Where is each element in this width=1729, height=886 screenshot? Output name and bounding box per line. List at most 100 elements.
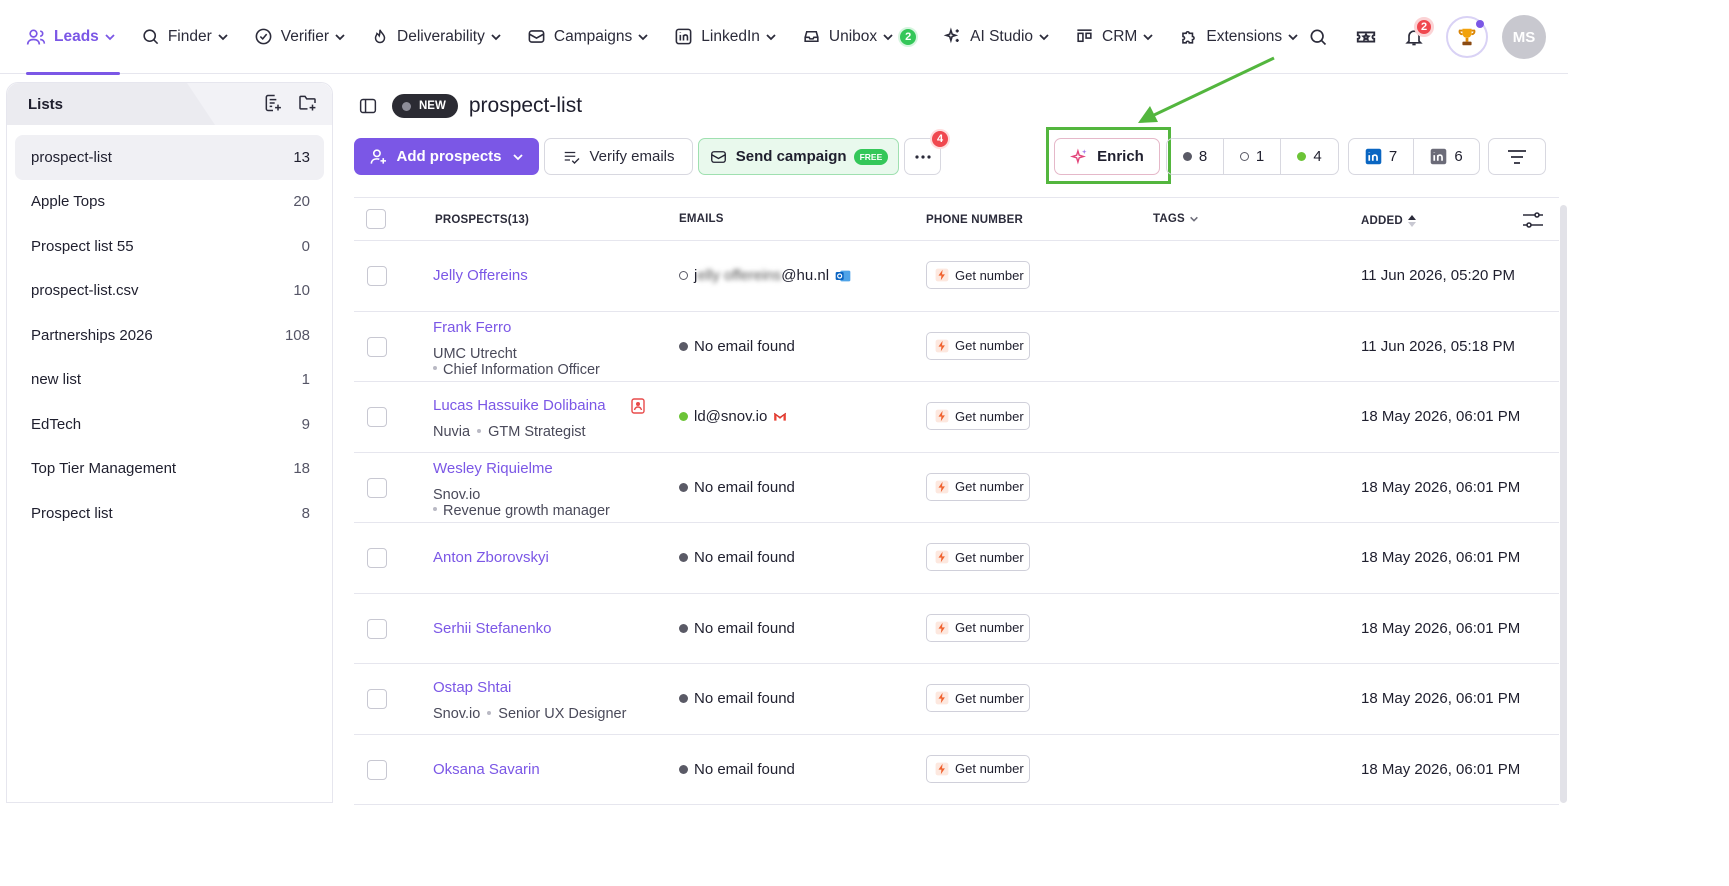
email-status-dot xyxy=(679,623,688,633)
email-status-dot xyxy=(679,482,688,492)
sidebar-list-item[interactable]: Apple Tops 20 xyxy=(15,180,324,225)
send-campaign-button[interactable]: Send campaign FREE xyxy=(698,138,899,175)
nav-deliverability[interactable]: Deliverability xyxy=(371,0,502,74)
sidebar-title[interactable]: Lists xyxy=(28,96,63,113)
nav-verifier-label: Verifier xyxy=(280,27,329,45)
status-filter-empty[interactable]: 1 xyxy=(1224,139,1281,174)
new-folder-button[interactable] xyxy=(297,93,318,113)
nav-extensions[interactable]: Extensions xyxy=(1179,0,1299,74)
prospect-name-link[interactable]: Oksana Savarin xyxy=(433,761,540,778)
row-checkbox[interactable] xyxy=(367,407,387,427)
linkedin-filter-b[interactable]: 6 xyxy=(1414,139,1479,174)
more-actions-button[interactable]: 4 xyxy=(904,129,950,175)
prospect-name-link[interactable]: Serhii Stefanenko xyxy=(433,620,551,637)
prospect-email[interactable]: No email found xyxy=(679,479,795,496)
sidebar-list-item[interactable]: prospect-list 13 xyxy=(15,135,324,180)
sidebar-list-item[interactable]: EdTech 9 xyxy=(15,402,324,447)
sidebar-list-item[interactable]: Partnerships 2026 108 xyxy=(15,313,324,358)
sidebar-list-item[interactable]: Prospect list 55 0 xyxy=(15,224,324,269)
row-checkbox[interactable] xyxy=(367,266,387,286)
row-checkbox[interactable] xyxy=(367,336,387,357)
global-search-button[interactable] xyxy=(1296,15,1340,59)
prospect-email[interactable]: No email found xyxy=(679,690,795,707)
prospect-name-link[interactable]: Jelly Offereins xyxy=(433,267,528,284)
nav-unibox[interactable]: Unibox 2 xyxy=(802,0,919,74)
prospect-email[interactable]: No email found xyxy=(679,761,795,778)
list-count: 9 xyxy=(301,415,310,433)
get-number-button[interactable]: Get number xyxy=(926,613,1030,642)
sidebar-list-item[interactable]: new list 1 xyxy=(15,358,324,403)
get-number-button[interactable]: Get number xyxy=(926,472,1030,501)
status-filter-valid[interactable]: 4 xyxy=(1281,139,1338,174)
table-row[interactable]: Anton Zborovskyi No email found Get number… xyxy=(354,523,1559,594)
lists-sidebar: Lists prospect-list 13 Apple Tops 20 Prospec… xyxy=(6,82,333,803)
prospect-email[interactable]: No email found xyxy=(679,549,795,566)
nav-crm[interactable]: CRM xyxy=(1075,0,1154,74)
contact-card-button[interactable] xyxy=(631,398,645,418)
table-row[interactable]: Serhii Stefanenko No email found Get numbe… xyxy=(354,594,1559,664)
column-phone[interactable]: PHONE NUMBER xyxy=(926,214,1023,226)
nav-finder[interactable]: Finder xyxy=(141,0,229,74)
row-checkbox[interactable] xyxy=(367,477,387,498)
column-added[interactable]: ADDED xyxy=(1361,214,1417,228)
table-row[interactable]: Ostap Shtai Snov.io Senior UX Designer No e… xyxy=(354,664,1559,735)
separator-dot xyxy=(477,428,482,433)
achievements-button[interactable] xyxy=(1446,16,1488,58)
checklist-icon xyxy=(565,151,580,164)
row-checkbox[interactable] xyxy=(367,759,387,780)
row-checkbox[interactable] xyxy=(367,548,387,568)
linkedin-filter-a[interactable]: 7 xyxy=(1349,139,1414,174)
prospect-name-link[interactable]: Frank Ferro xyxy=(433,319,511,336)
table-row[interactable]: Jelly Offereins jellyoffereins@hu.nljelly… xyxy=(354,241,1559,312)
row-checkbox[interactable] xyxy=(367,689,387,709)
table-row[interactable]: Oksana Savarin No email found Get number 18… xyxy=(354,735,1559,805)
column-settings-button[interactable] xyxy=(1522,211,1544,229)
column-prospects[interactable]: PROSPECTS(13) xyxy=(435,214,529,226)
verify-emails-button[interactable]: Verify emails xyxy=(544,138,693,175)
get-number-button[interactable]: Get number xyxy=(926,684,1030,712)
add-prospects-button[interactable]: Add prospects xyxy=(354,138,539,175)
column-emails[interactable]: EMAILS xyxy=(679,213,724,225)
user-avatar[interactable]: MS xyxy=(1502,15,1546,59)
nav-ai-studio[interactable]: AI Studio xyxy=(943,0,1050,74)
nav-leads[interactable]: Leads xyxy=(26,0,120,75)
sidebar-list-item[interactable]: prospect-list.csv 10 xyxy=(15,269,324,314)
get-number-button[interactable]: Get number xyxy=(926,331,1030,360)
get-number-button[interactable]: Get number xyxy=(926,754,1030,783)
prospect-email[interactable]: No email found xyxy=(679,620,795,637)
table-row[interactable]: Wesley Riquielme Snov.io Revenue growth ma… xyxy=(354,453,1559,523)
nav-verifier[interactable]: Verifier xyxy=(254,0,346,74)
filter-button[interactable] xyxy=(1488,138,1546,175)
sidebar-toggle-icon[interactable] xyxy=(358,97,378,115)
get-number-button[interactable]: Get number xyxy=(926,543,1030,571)
row-checkbox[interactable] xyxy=(367,618,387,639)
nav-campaigns[interactable]: Campaigns xyxy=(527,0,649,74)
get-number-button[interactable]: Get number xyxy=(926,261,1030,289)
column-tags[interactable]: TAGS xyxy=(1153,213,1199,225)
table-row[interactable]: Lucas Hassuike Dolibaina Nuvia GTM Strateg… xyxy=(354,382,1559,453)
prospect-name-link[interactable]: Wesley Riquielme xyxy=(433,460,553,477)
email-status-filter: 8 1 4 xyxy=(1166,138,1339,175)
prospect-name-link[interactable]: Lucas Hassuike Dolibaina xyxy=(433,397,606,414)
prospect-email[interactable]: No email found xyxy=(679,338,795,355)
nav-leads-label: Leads xyxy=(54,27,99,45)
table-scrollbar[interactable] xyxy=(1560,205,1567,803)
notifications-button[interactable]: 2 xyxy=(1392,15,1436,59)
prospect-title-line: Chief Information Officer xyxy=(433,362,600,378)
table-row[interactable]: Frank Ferro UMC Utrecht Chief Information … xyxy=(354,312,1559,382)
prospect-email[interactable]: jellyoffereins@hu.nljelly offereins@hu.n… xyxy=(679,267,851,284)
select-all-checkbox[interactable] xyxy=(366,209,386,229)
prospect-name-link[interactable]: Ostap Shtai xyxy=(433,679,511,696)
status-filter-unverified[interactable]: 8 xyxy=(1167,139,1224,174)
nav-linkedin[interactable]: LinkedIn xyxy=(674,0,777,74)
get-number-button[interactable]: Get number xyxy=(926,402,1030,430)
sidebar-list-item[interactable]: Top Tier Management 18 xyxy=(15,447,324,492)
sidebar-list-item[interactable]: Prospect list 8 xyxy=(15,491,324,536)
rewards-button[interactable] xyxy=(1344,15,1388,59)
enrich-button[interactable]: Enrich xyxy=(1054,138,1160,175)
new-list-button[interactable] xyxy=(263,93,283,113)
trophy-icon xyxy=(1458,28,1476,46)
sidebar-actions xyxy=(249,93,318,113)
prospect-name-link[interactable]: Anton Zborovskyi xyxy=(433,549,549,566)
prospect-email[interactable]: ld@snov.io xyxy=(679,408,787,425)
